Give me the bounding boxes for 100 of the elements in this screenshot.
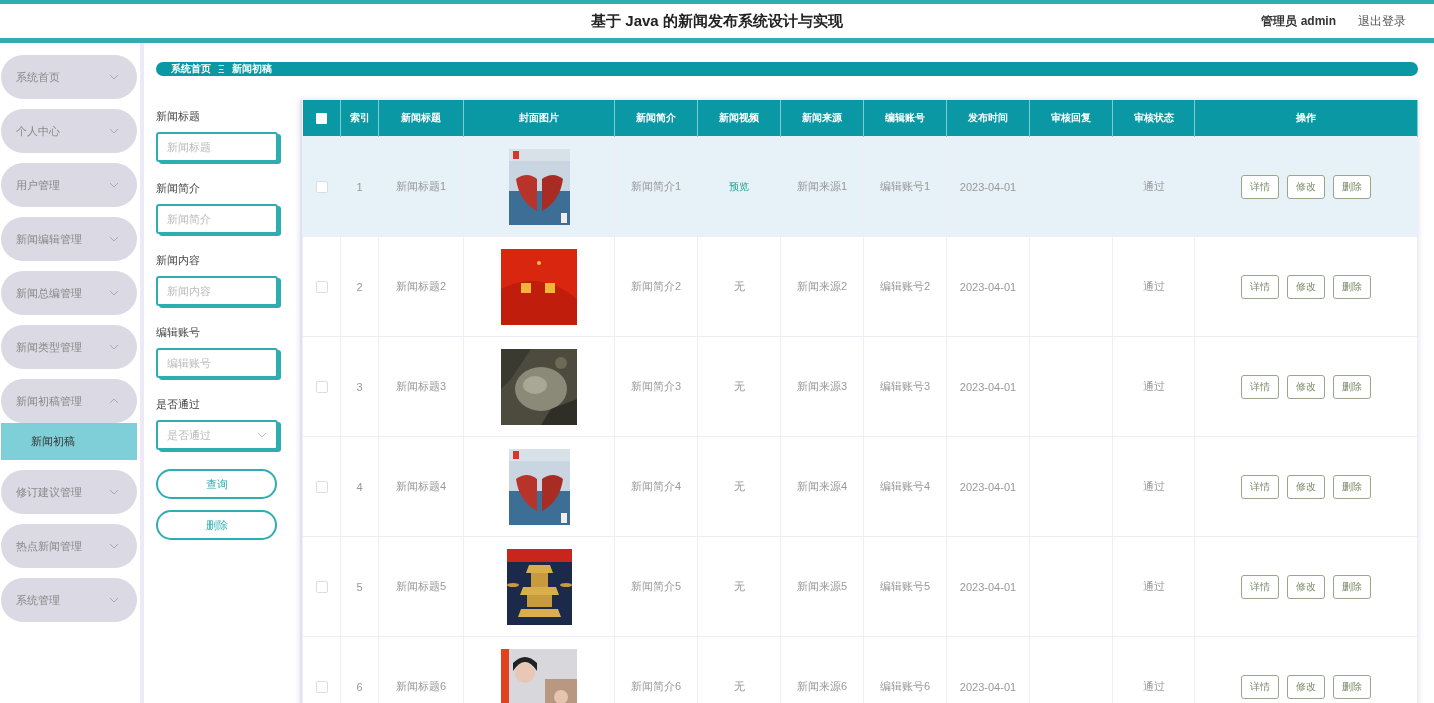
- column-header: 封面图片: [463, 100, 615, 137]
- chevron-icon: [109, 344, 119, 350]
- table-cell: 无: [733, 380, 745, 392]
- filter-button[interactable]: 删除: [156, 510, 277, 540]
- action-button[interactable]: 详情: [1241, 174, 1279, 199]
- preview-link[interactable]: 预览: [729, 180, 749, 192]
- sidebar-item[interactable]: 系统首页: [1, 55, 137, 99]
- chevron-icon: [109, 398, 119, 404]
- table-cell: 新闻简介5: [630, 580, 682, 592]
- action-button[interactable]: 删除: [1333, 574, 1371, 599]
- sidebar-item[interactable]: 用户管理: [1, 163, 137, 207]
- breadcrumb-link[interactable]: 系统首页: [171, 62, 211, 76]
- column-header: 新闻视频: [697, 100, 781, 137]
- action-button[interactable]: 删除: [1333, 674, 1371, 699]
- column-header: 审核回复: [1029, 100, 1113, 137]
- table-cell: 通过: [1142, 580, 1165, 592]
- chevron-icon: [109, 597, 119, 603]
- table-cell: 新闻简介3: [630, 380, 682, 392]
- row-checkbox[interactable]: [315, 181, 328, 194]
- sidebar-item[interactable]: 修订建议管理: [1, 470, 137, 514]
- action-button[interactable]: 详情: [1241, 374, 1279, 399]
- table-cell: 4: [356, 480, 363, 493]
- logout-link[interactable]: 退出登录: [1358, 12, 1406, 30]
- select-all-checkbox[interactable]: [315, 112, 327, 124]
- column-header: 新闻标题: [378, 100, 464, 137]
- table-cell: 新闻标题1: [395, 180, 447, 192]
- action-button[interactable]: 详情: [1241, 274, 1279, 299]
- table-cell: 编辑账号4: [879, 480, 931, 492]
- action-button[interactable]: 修改: [1287, 574, 1325, 599]
- table-cell: 2023-04-01: [959, 280, 1017, 293]
- table-cell: 新闻来源1: [796, 180, 848, 192]
- action-button[interactable]: 修改: [1287, 174, 1325, 199]
- row-checkbox[interactable]: [315, 381, 328, 394]
- column-header: 发布时间: [946, 100, 1030, 137]
- action-button[interactable]: 修改: [1287, 374, 1325, 399]
- column-header: 索引: [340, 100, 379, 137]
- chevron-icon: [109, 489, 119, 495]
- table-cell: 通过: [1142, 280, 1165, 292]
- chevron-icon: [257, 432, 267, 438]
- table-cell: 新闻标题4: [395, 480, 447, 492]
- sidebar-item[interactable]: 系统管理: [1, 578, 137, 622]
- row-checkbox[interactable]: [315, 581, 328, 594]
- table-cell: 新闻标题3: [395, 380, 447, 392]
- table-cell: 编辑账号3: [879, 380, 931, 392]
- table-cell: 新闻来源4: [796, 480, 848, 492]
- chevron-icon: [109, 236, 119, 242]
- table-cell: 通过: [1142, 680, 1165, 692]
- row-checkbox[interactable]: [315, 481, 328, 494]
- filter-button[interactable]: 查询: [156, 469, 277, 499]
- action-button[interactable]: 修改: [1287, 474, 1325, 499]
- input-field[interactable]: 新闻内容: [156, 276, 278, 306]
- chevron-icon: [109, 290, 119, 296]
- table-cell: 新闻标题5: [395, 580, 447, 592]
- field-label: 新闻内容: [156, 253, 201, 268]
- table-cell: 1: [356, 180, 363, 193]
- field-label: 新闻标题: [156, 109, 201, 124]
- input-field[interactable]: 新闻简介: [156, 204, 278, 234]
- table-cell: 编辑账号5: [879, 580, 931, 592]
- column-header: 操作: [1194, 100, 1418, 137]
- column-header: 审核状态: [1112, 100, 1195, 137]
- table-cell: 编辑账号2: [879, 280, 931, 292]
- table-cell: 新闻来源2: [796, 280, 848, 292]
- table-cell: 通过: [1142, 480, 1165, 492]
- action-button[interactable]: 详情: [1241, 574, 1279, 599]
- sidebar-item[interactable]: 新闻总编管理: [1, 271, 137, 315]
- action-button[interactable]: 详情: [1241, 474, 1279, 499]
- row-checkbox[interactable]: [315, 681, 328, 694]
- page-title: 基于 Java 的新闻发布系统设计与实现: [591, 11, 843, 31]
- table-cell: 编辑账号6: [879, 680, 931, 692]
- chevron-icon: [109, 128, 119, 134]
- sidebar-item[interactable]: 热点新闻管理: [1, 524, 137, 568]
- action-button[interactable]: 删除: [1333, 474, 1371, 499]
- column-header: 新闻简介: [614, 100, 698, 137]
- action-button[interactable]: 修改: [1287, 274, 1325, 299]
- chevron-icon: [109, 543, 119, 549]
- action-button[interactable]: 详情: [1241, 674, 1279, 699]
- action-button[interactable]: 修改: [1287, 674, 1325, 699]
- column-header: 编辑账号: [863, 100, 947, 137]
- input-field[interactable]: 新闻标题: [156, 132, 278, 162]
- sidebar-item[interactable]: 个人中心: [1, 109, 137, 153]
- table-cell: 新闻简介1: [630, 180, 682, 192]
- sidebar-item[interactable]: 新闻类型管理: [1, 325, 137, 369]
- table-cell: 通过: [1142, 180, 1165, 192]
- table-cell: 2023-04-01: [959, 380, 1017, 393]
- table-cell: 2: [356, 280, 363, 293]
- table-cell: 编辑账号1: [879, 180, 931, 192]
- chevron-icon: [109, 182, 119, 188]
- breadcrumb-current: 新闻初稿: [231, 62, 272, 76]
- action-button[interactable]: 删除: [1333, 174, 1371, 199]
- row-checkbox[interactable]: [315, 281, 328, 294]
- table-cell: 2023-04-01: [959, 480, 1017, 493]
- table-cell: 无: [733, 580, 745, 592]
- sidebar-item[interactable]: 新闻初稿管理: [1, 379, 137, 423]
- table-cell: 5: [356, 580, 363, 593]
- submenu-item[interactable]: 新闻初稿: [1, 423, 137, 460]
- action-button[interactable]: 删除: [1333, 274, 1371, 299]
- table-cell: 无: [733, 680, 745, 692]
- sidebar-item[interactable]: 新闻编辑管理: [1, 217, 137, 261]
- table-cell: 3: [356, 380, 363, 393]
- action-button[interactable]: 删除: [1333, 374, 1371, 399]
